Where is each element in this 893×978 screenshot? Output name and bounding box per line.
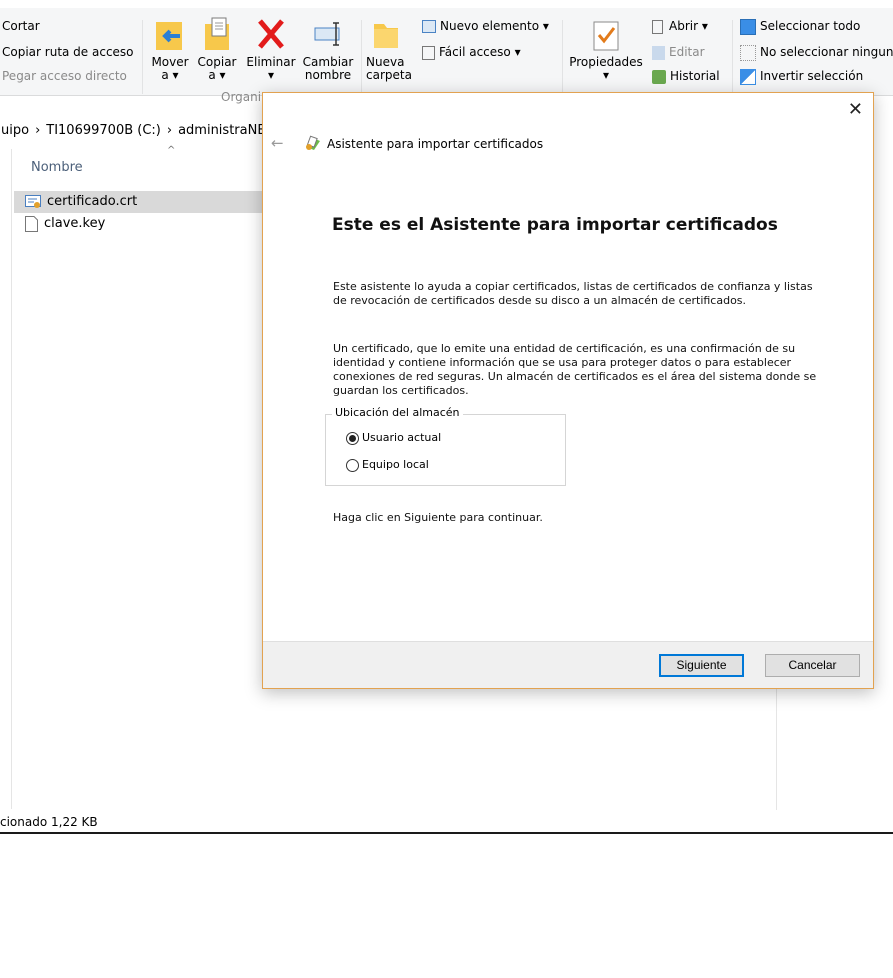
copy-to-icon — [205, 17, 229, 50]
delete-sub-label: ▾ — [267, 68, 275, 82]
file-name: certificado.crt — [47, 194, 138, 209]
radio-current-user-label: Usuario actual — [362, 431, 442, 444]
breadcrumb-separator: › — [166, 123, 173, 138]
history-button[interactable]: Historial — [652, 68, 720, 84]
easy-access-label: Fácil acceso ▾ — [439, 45, 521, 59]
breadcrumb-separator: › — [35, 123, 41, 138]
invert-selection-label: Invertir selección — [760, 69, 864, 83]
properties-check-icon — [593, 21, 619, 51]
new-folder-button[interactable]: Nueva carpeta — [366, 16, 412, 82]
select-all-icon — [740, 18, 756, 35]
easy-access-icon — [422, 45, 435, 60]
store-location-group: Ubicación del almacén Usuario actual Equ… — [325, 406, 566, 486]
ribbon-separator — [361, 20, 362, 94]
continue-instruction: Haga clic en Siguiente para continuar. — [333, 511, 543, 524]
copy-sub-label: a ▾ — [208, 68, 226, 82]
next-button[interactable]: Siguiente — [659, 654, 744, 677]
wizard-footer: Siguiente Cancelar — [263, 641, 873, 688]
close-icon[interactable]: ✕ — [848, 99, 863, 120]
breadcrumb-drive[interactable]: TI10699700B (C:) — [46, 123, 161, 138]
open-button[interactable]: Abrir ▾ — [652, 18, 708, 34]
history-label: Historial — [670, 69, 720, 83]
file-row-certificado[interactable]: certificado.crt — [14, 191, 264, 213]
sort-ascending-icon: ^ — [167, 145, 176, 156]
radio-local-machine[interactable]: Equipo local — [346, 458, 429, 472]
wizard-certificate-paragraph: Un certificado, que lo emite una entidad… — [333, 342, 817, 397]
certificate-import-wizard-dialog: ✕ ← Asistente para importar certificados… — [262, 92, 874, 689]
edit-button[interactable]: Editar — [652, 44, 705, 60]
select-all-label: Seleccionar todo — [760, 19, 861, 33]
copy-path-button[interactable]: Copiar ruta de acceso — [2, 44, 134, 60]
select-all-button[interactable]: Seleccionar todo — [740, 18, 860, 35]
easy-access-button[interactable]: Fácil acceso ▾ — [422, 44, 521, 60]
status-bar: cionado 1,22 KB — [0, 810, 893, 834]
breadcrumb-folder[interactable]: administraNET — [178, 123, 273, 138]
organize-group-label: Organi — [221, 90, 262, 104]
properties-sub-label: ▾ — [602, 68, 610, 82]
column-header-name[interactable]: Nombre — [31, 160, 83, 175]
certificate-file-icon — [25, 194, 41, 208]
new-item-icon — [422, 20, 436, 33]
new-item-label: Nuevo elemento ▾ — [440, 19, 549, 33]
invert-selection-icon — [740, 68, 756, 85]
select-none-button[interactable]: No seleccionar ningun — [740, 44, 893, 61]
breadcrumb-equipo[interactable]: uipo — [1, 123, 29, 138]
history-icon — [652, 69, 666, 84]
radio-current-user[interactable]: Usuario actual — [346, 431, 441, 445]
radio-unselected-icon — [346, 458, 359, 472]
rename-button[interactable]: Cambiar nombre — [300, 16, 356, 82]
move-to-button[interactable]: Mover a ▾ — [148, 16, 192, 82]
new-folder-sub-label: carpeta — [366, 68, 412, 82]
copy-to-button[interactable]: Copiar a ▾ — [194, 16, 240, 82]
wizard-heading: Este es el Asistente para importar certi… — [332, 215, 778, 235]
open-file-icon — [652, 19, 663, 34]
move-sub-label: a ▾ — [161, 68, 179, 82]
delete-button[interactable]: Eliminar ▾ — [244, 16, 298, 82]
radio-selected-icon — [346, 431, 359, 445]
generic-file-icon — [25, 215, 38, 232]
file-name: clave.key — [44, 216, 106, 231]
ribbon-separator — [142, 20, 143, 94]
edit-icon — [652, 45, 665, 60]
ribbon-separator — [562, 20, 563, 94]
navigation-pane[interactable] — [0, 149, 12, 809]
edit-label: Editar — [669, 45, 705, 59]
invert-selection-button[interactable]: Invertir selección — [740, 68, 863, 85]
file-row-clave[interactable]: clave.key — [25, 213, 265, 235]
cut-button[interactable]: Cortar — [2, 18, 40, 34]
cancel-button[interactable]: Cancelar — [765, 654, 860, 677]
properties-button[interactable]: Propiedades ▾ — [566, 16, 646, 82]
rename-sub-label: nombre — [304, 68, 352, 82]
select-none-label: No seleccionar ningun — [760, 45, 893, 59]
paste-shortcut-button[interactable]: Pegar acceso directo — [2, 68, 127, 84]
new-item-button[interactable]: Nuevo elemento ▾ — [422, 18, 549, 34]
store-location-legend: Ubicación del almacén — [332, 406, 463, 419]
radio-local-machine-label: Equipo local — [362, 458, 429, 471]
wizard-title: Asistente para importar certificados — [327, 137, 544, 151]
back-arrow-icon[interactable]: ← — [271, 134, 284, 152]
ribbon-separator — [732, 20, 733, 94]
rename-icon — [314, 22, 340, 46]
status-text: cionado 1,22 KB — [0, 815, 98, 829]
delete-x-icon — [258, 19, 284, 49]
new-folder-icon — [374, 24, 398, 48]
certificate-wizard-icon — [306, 135, 320, 150]
open-label: Abrir ▾ — [669, 19, 708, 33]
ribbon: Cortar Copiar ruta de acceso Pegar acces… — [0, 0, 893, 104]
wizard-intro-paragraph: Este asistente lo ayuda a copiar certifi… — [333, 280, 813, 307]
select-none-icon — [740, 44, 756, 61]
move-to-icon — [156, 22, 182, 50]
